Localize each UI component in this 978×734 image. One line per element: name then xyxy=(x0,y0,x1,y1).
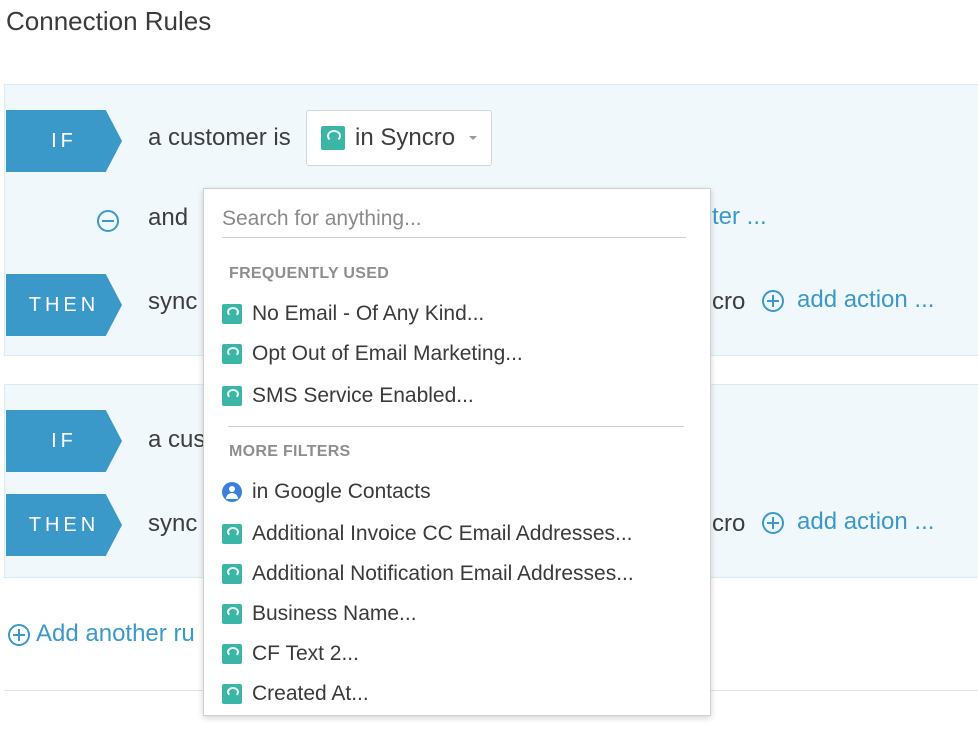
filter-select-value: in Syncro xyxy=(355,124,456,151)
remove-condition-icon[interactable] xyxy=(97,210,119,232)
if-tag: IF xyxy=(6,410,122,472)
syncro-icon xyxy=(222,644,242,664)
add-action-icon[interactable] xyxy=(762,290,784,312)
action-text: sync xyxy=(148,510,198,537)
filter-dropdown: FREQUENTLY USED No Email - Of Any Kind..… xyxy=(203,188,711,716)
syncro-icon xyxy=(222,604,242,624)
page-title: Connection Rules xyxy=(6,6,212,36)
google-contacts-icon xyxy=(222,482,242,502)
option-label: No Email - Of Any Kind... xyxy=(252,302,485,325)
syncro-icon xyxy=(222,386,242,406)
condition-text: a customer is xyxy=(148,124,291,151)
dropdown-option[interactable]: Additional Invoice CC Email Addresses... xyxy=(222,517,692,551)
syncro-icon xyxy=(222,304,242,324)
search-input[interactable] xyxy=(222,201,686,238)
filter-select[interactable]: in Syncro xyxy=(306,110,492,166)
action-target-text: cro xyxy=(712,288,746,315)
syncro-icon xyxy=(222,344,242,364)
option-label: in Google Contacts xyxy=(252,480,431,503)
syncro-icon xyxy=(222,564,242,584)
dropdown-option[interactable]: Created At... xyxy=(222,677,692,711)
add-action-icon[interactable] xyxy=(762,512,784,534)
option-label: Opt Out of Email Marketing... xyxy=(252,342,523,365)
syncro-icon xyxy=(321,126,345,155)
then-tag: THEN xyxy=(6,494,122,556)
caret-down-icon xyxy=(469,136,477,140)
add-rule-icon[interactable] xyxy=(8,624,30,646)
option-label: SMS Service Enabled... xyxy=(252,384,474,407)
and-label: and xyxy=(148,204,189,231)
dropdown-option[interactable]: Business Name... xyxy=(222,597,692,631)
option-label: Business Name... xyxy=(252,602,417,625)
dropdown-option[interactable]: CF Text 2... xyxy=(222,637,692,671)
dropdown-option[interactable]: SMS Service Enabled... xyxy=(222,379,692,413)
add-another-rule-link[interactable]: Add another ru xyxy=(36,620,195,648)
condition-text: a cus xyxy=(148,426,206,453)
option-label: Additional Invoice CC Email Addresses... xyxy=(252,522,633,545)
add-action-link[interactable]: add action ... xyxy=(797,286,934,314)
action-target-text: cro xyxy=(712,510,746,537)
more-filters-heading: MORE FILTERS xyxy=(229,443,351,460)
dropdown-option[interactable]: Additional Notification Email Addresses.… xyxy=(222,557,692,591)
action-text: sync xyxy=(148,288,198,315)
add-filter-link[interactable]: ter ... xyxy=(712,203,767,231)
syncro-icon xyxy=(222,524,242,544)
frequently-used-heading: FREQUENTLY USED xyxy=(229,265,390,282)
option-label: CF Text 2... xyxy=(252,642,359,665)
then-tag: THEN xyxy=(6,274,122,336)
option-label: Created At... xyxy=(252,682,369,705)
section-divider xyxy=(228,426,684,427)
add-action-link[interactable]: add action ... xyxy=(797,508,934,536)
dropdown-option[interactable]: Opt Out of Email Marketing... xyxy=(222,337,692,371)
dropdown-option[interactable]: No Email - Of Any Kind... xyxy=(222,297,692,331)
dropdown-option[interactable]: in Google Contacts xyxy=(222,475,692,509)
syncro-icon xyxy=(222,684,242,704)
if-tag: IF xyxy=(6,110,122,172)
option-label: Additional Notification Email Addresses.… xyxy=(252,562,634,585)
